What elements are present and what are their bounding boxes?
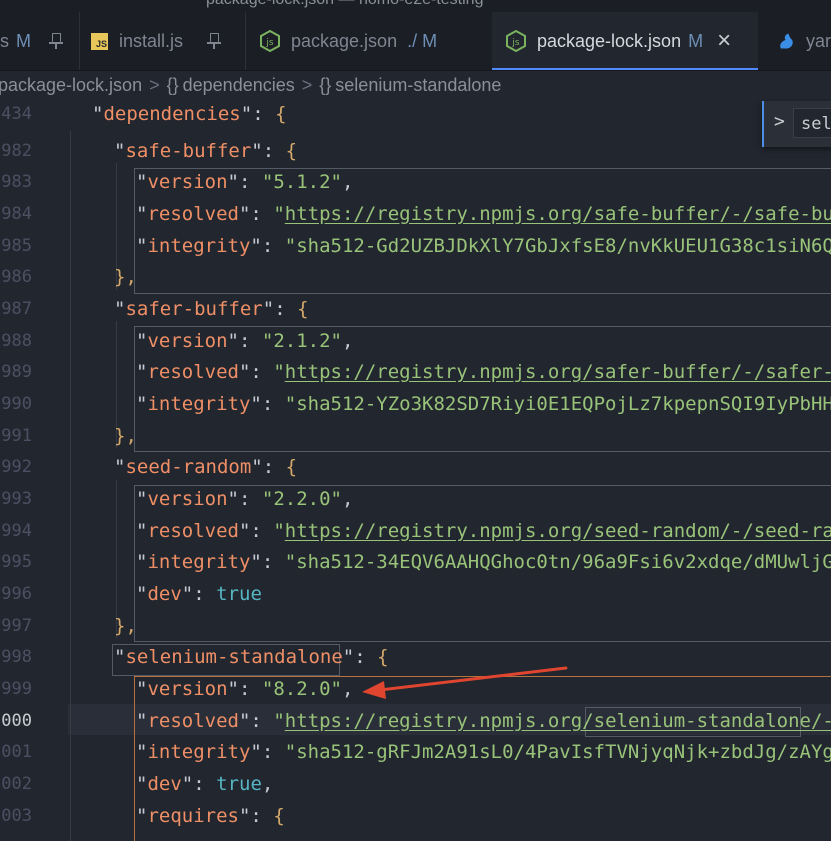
chevron-right-icon[interactable]: > [774,111,785,132]
tab-bar: s M JS install.js js package.json ./ M j… [0,12,831,71]
js-icon: JS [91,32,108,50]
tab-label: s [0,30,9,51]
tab-truncated[interactable]: s M [0,12,78,70]
breadcrumb: package-lock.json > {} dependencies > {}… [0,71,831,99]
breadcrumb-item-dependencies[interactable]: dependencies [183,75,295,96]
breadcrumb-file[interactable]: package-lock.json [0,75,142,96]
svg-text:js: js [511,38,520,48]
tab-package-json[interactable]: js package.json ./ M [246,12,491,70]
modified-badge: ./ M [407,30,438,51]
tab-yarn[interactable]: yar [758,12,831,70]
node-icon: js [506,30,526,52]
svg-text:js: js [265,38,274,48]
yarn-icon [780,33,793,49]
window-title: package-lock.json — nomo-e2e-testing [206,0,483,9]
modified-badge: M [688,30,704,51]
tab-install-js[interactable]: JS install.js [80,12,244,70]
tab-label: package.json [291,30,398,51]
braces-icon: {} [319,74,332,95]
window-titlebar: package-lock.json — nomo-e2e-testing [0,0,831,12]
find-widget[interactable]: > sele [762,101,831,147]
tab-package-lock-json[interactable]: js package-lock.json M × [492,12,758,70]
tab-label: package-lock.json [537,30,682,51]
tab-label: yar [805,30,831,51]
node-icon: js [260,30,280,52]
find-input[interactable]: sele [793,108,831,138]
chevron-right-icon: > [301,74,313,95]
modified-badge: M [16,30,31,51]
annotation-arrow [362,666,568,699]
code-editor[interactable]: 434 982 983 984 985 986 987 988 989 990 … [0,99,831,841]
pin-icon[interactable] [49,32,63,50]
close-icon[interactable]: × [717,29,731,53]
chevron-right-icon: > [149,74,160,95]
pin-icon[interactable] [207,32,222,50]
tab-label: install.js [119,30,184,51]
breadcrumb-item-selenium-standalone[interactable]: selenium-standalone [335,75,501,96]
braces-icon: {} [166,74,179,95]
